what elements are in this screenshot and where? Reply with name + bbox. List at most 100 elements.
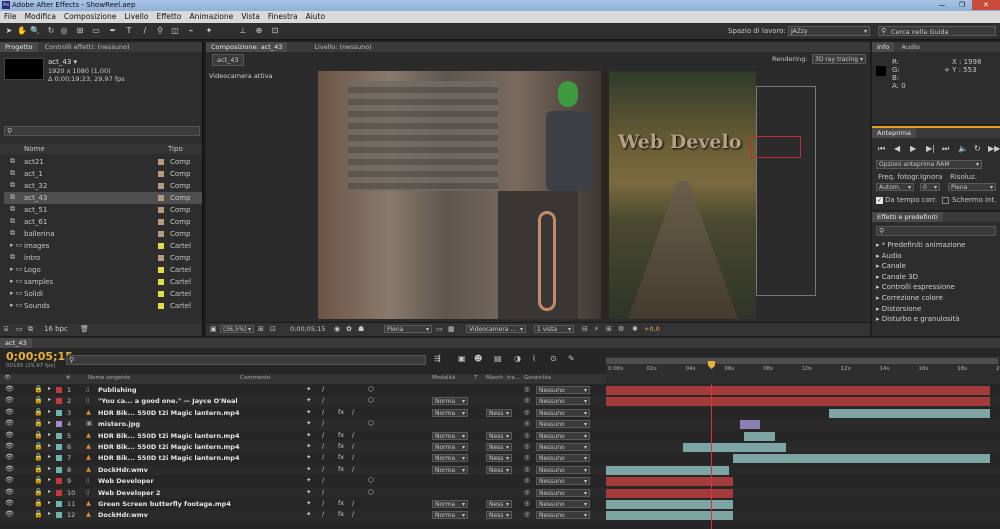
quality-switch-icon[interactable]: / bbox=[322, 442, 324, 450]
comp-subtab[interactable]: act_43 bbox=[212, 54, 244, 66]
motion-blur-switch-icon[interactable]: / bbox=[352, 465, 354, 473]
parent-select[interactable]: Nessuno bbox=[536, 454, 590, 463]
layer-duration-bar[interactable] bbox=[828, 408, 990, 418]
project-item[interactable]: ⧉ act_43 Comp bbox=[4, 192, 202, 204]
layer-duration-bar[interactable] bbox=[682, 443, 787, 452]
blend-mode-select[interactable]: Norma bbox=[432, 511, 468, 520]
menu-effetto[interactable]: Effetto bbox=[152, 11, 185, 23]
label-color-swatch[interactable] bbox=[56, 409, 62, 416]
shy-layers-icon[interactable]: ☻ bbox=[474, 354, 482, 363]
label-color-swatch[interactable] bbox=[158, 267, 164, 273]
label-color-swatch[interactable] bbox=[56, 489, 62, 496]
draft-3d-icon[interactable]: ▣ bbox=[458, 354, 466, 363]
effects-search-input[interactable]: ⚲ bbox=[876, 226, 996, 236]
label-color-swatch[interactable] bbox=[56, 478, 62, 485]
expand-arrow-icon[interactable]: ▸ bbox=[48, 408, 51, 415]
project-item[interactable]: ▸ ▭ Logo Cartel bbox=[4, 264, 202, 276]
pickwhip-icon[interactable]: ◎ bbox=[524, 396, 530, 404]
tab-audio[interactable]: Audio bbox=[896, 42, 924, 52]
layer-duration-bar[interactable] bbox=[732, 454, 990, 464]
flowchart-icon[interactable]: ⚙ bbox=[618, 325, 624, 333]
parent-select[interactable]: Nessuno bbox=[536, 488, 590, 497]
safe-areas-icon[interactable]: ⊞ bbox=[258, 325, 264, 333]
tab-livello[interactable]: Livello: (nessuno) bbox=[309, 42, 376, 52]
effect-category[interactable]: ▸ Canale bbox=[876, 262, 906, 270]
column-name[interactable]: Nome bbox=[24, 145, 45, 153]
label-color-swatch[interactable] bbox=[56, 432, 62, 439]
play-icon[interactable]: ▶ bbox=[910, 144, 916, 153]
tab-anteprima[interactable]: Anteprima bbox=[872, 128, 917, 138]
layer-row[interactable]: 👁 🔒 ▸ 9 ▯ Web Developer ✦ / ⬡ ◎ Nessuno bbox=[0, 476, 1000, 487]
expand-arrow-icon[interactable]: ▸ bbox=[48, 431, 51, 438]
timeline-timecode[interactable]: 0;00;05;15 bbox=[6, 350, 73, 363]
snapshot-icon[interactable]: ◉ bbox=[334, 325, 340, 333]
effect-switch-icon[interactable]: fx bbox=[338, 510, 344, 518]
3d-layer-switch-icon[interactable]: ⬡ bbox=[368, 396, 374, 404]
local-axis-icon[interactable]: ⊥ bbox=[238, 26, 248, 36]
timeline-search-input[interactable]: ⚲ bbox=[66, 355, 426, 365]
collapse-switch-icon[interactable]: ✦ bbox=[306, 442, 311, 450]
layer-row[interactable]: 👁 🔒 ▸ 12 ▲ DockHdr.wmv ✦ / fx / Norma Ness ◎ Nessuno bbox=[0, 510, 1000, 522]
lock-icon[interactable]: 🔒 bbox=[34, 465, 43, 473]
project-item[interactable]: ▸ ▭ Solidi Cartel bbox=[4, 288, 202, 300]
track-matte-select[interactable]: Ness bbox=[486, 500, 512, 508]
tab-progetto[interactable]: Progetto bbox=[0, 42, 38, 52]
collapse-switch-icon[interactable]: ✦ bbox=[306, 396, 311, 404]
quality-switch-icon[interactable]: / bbox=[322, 476, 324, 484]
lock-icon[interactable]: 🔒 bbox=[34, 408, 43, 416]
label-color-swatch[interactable] bbox=[158, 207, 164, 213]
expand-arrow-icon[interactable]: ▸ bbox=[48, 476, 51, 483]
fast-preview-icon[interactable]: ⚡ bbox=[594, 325, 599, 333]
current-time[interactable]: 0;00;05;15 bbox=[290, 325, 326, 333]
project-item[interactable]: ▸ ▭ samples Cartel bbox=[4, 276, 202, 288]
track-matte-select[interactable]: Ness bbox=[486, 443, 512, 451]
visibility-eye-icon[interactable]: 👁 bbox=[5, 419, 14, 427]
visibility-eye-icon[interactable]: 👁 bbox=[5, 488, 14, 496]
menu-composizione[interactable]: Composizione bbox=[60, 11, 120, 23]
project-item[interactable]: ▸ ▭ Sounds Cartel bbox=[4, 300, 202, 312]
toggle-pixel-icon[interactable]: ⊟ bbox=[582, 325, 588, 333]
resolution-select[interactable]: Piena bbox=[384, 325, 432, 333]
label-color-swatch[interactable] bbox=[56, 387, 62, 393]
maximize-button[interactable]: ❐ bbox=[952, 0, 972, 10]
column-source-name[interactable]: Nome sorgente bbox=[88, 375, 130, 381]
tab-effetti[interactable]: Effetti e predefiniti bbox=[872, 212, 943, 222]
effect-category[interactable]: ▸ Disturbo e granulosità bbox=[876, 315, 960, 323]
lock-icon[interactable]: 🔒 bbox=[34, 476, 43, 484]
rotate-tool-icon[interactable]: ↻ bbox=[46, 26, 56, 36]
region-of-interest-icon[interactable]: ▭ bbox=[436, 325, 443, 333]
visibility-eye-icon[interactable]: 👁 bbox=[5, 431, 14, 439]
effect-category[interactable]: ▸ Audio bbox=[876, 252, 902, 260]
label-color-swatch[interactable] bbox=[56, 455, 62, 462]
blend-mode-select[interactable]: Norma bbox=[432, 431, 468, 440]
prev-frame-icon[interactable]: ◀ bbox=[894, 144, 900, 153]
collapse-switch-icon[interactable]: ✦ bbox=[306, 453, 311, 461]
layer-duration-bar[interactable] bbox=[606, 397, 990, 407]
playhead-handle[interactable] bbox=[708, 361, 715, 369]
menu-finestra[interactable]: Finestra bbox=[264, 11, 302, 23]
eraser-tool-icon[interactable]: ◫ bbox=[170, 26, 180, 36]
layer-row[interactable]: 👁 🔒 ▸ 11 ▲ Green Screen butterfly footage.mp4… bbox=[0, 499, 1000, 510]
help-search[interactable]: ⚲ Cerca nella Guida bbox=[878, 26, 996, 36]
menu-animazione[interactable]: Animazione bbox=[185, 11, 237, 23]
lock-icon[interactable]: 🔒 bbox=[34, 488, 43, 496]
pickwhip-icon[interactable]: ◎ bbox=[524, 408, 530, 416]
quality-switch-icon[interactable]: / bbox=[322, 488, 324, 496]
effect-switch-icon[interactable]: fx bbox=[338, 431, 344, 439]
show-snapshot-icon[interactable]: ✿ bbox=[346, 325, 352, 333]
rendering-select[interactable]: 3D ray tracing bbox=[812, 54, 866, 64]
tab-timeline-act43[interactable]: act_43 bbox=[0, 338, 32, 348]
layer-row[interactable]: 👁 🔒 ▸ 8 ▲ DockHdr.wmv ✦ / fx / Norma Ness ◎ Nessuno bbox=[0, 464, 1000, 476]
layer-row[interactable]: 👁 🔒 ▸ 2 ▯ "You ca... a good one." — Jayce O'N… bbox=[0, 396, 1000, 408]
lock-icon[interactable]: 🔒 bbox=[34, 442, 43, 450]
blend-mode-select[interactable]: Norma bbox=[432, 500, 468, 508]
parent-select[interactable]: Nessuno bbox=[536, 408, 590, 417]
visibility-eye-icon[interactable]: 👁 bbox=[5, 476, 14, 484]
layer-row[interactable]: 👁 🔒 ▸ 7 ▲ HDR Bik... 550D t2i Magic lantern.m… bbox=[0, 453, 1000, 465]
pickwhip-icon[interactable]: ◎ bbox=[524, 510, 530, 518]
motion-blur-switch-icon[interactable]: / bbox=[352, 499, 354, 507]
timeline-link-icon[interactable]: ⊞ bbox=[606, 325, 612, 333]
3d-layer-switch-icon[interactable]: ⬡ bbox=[368, 488, 374, 496]
lock-icon[interactable]: 🔒 bbox=[34, 431, 43, 439]
selection-tool-icon[interactable]: ➤ bbox=[4, 26, 14, 36]
